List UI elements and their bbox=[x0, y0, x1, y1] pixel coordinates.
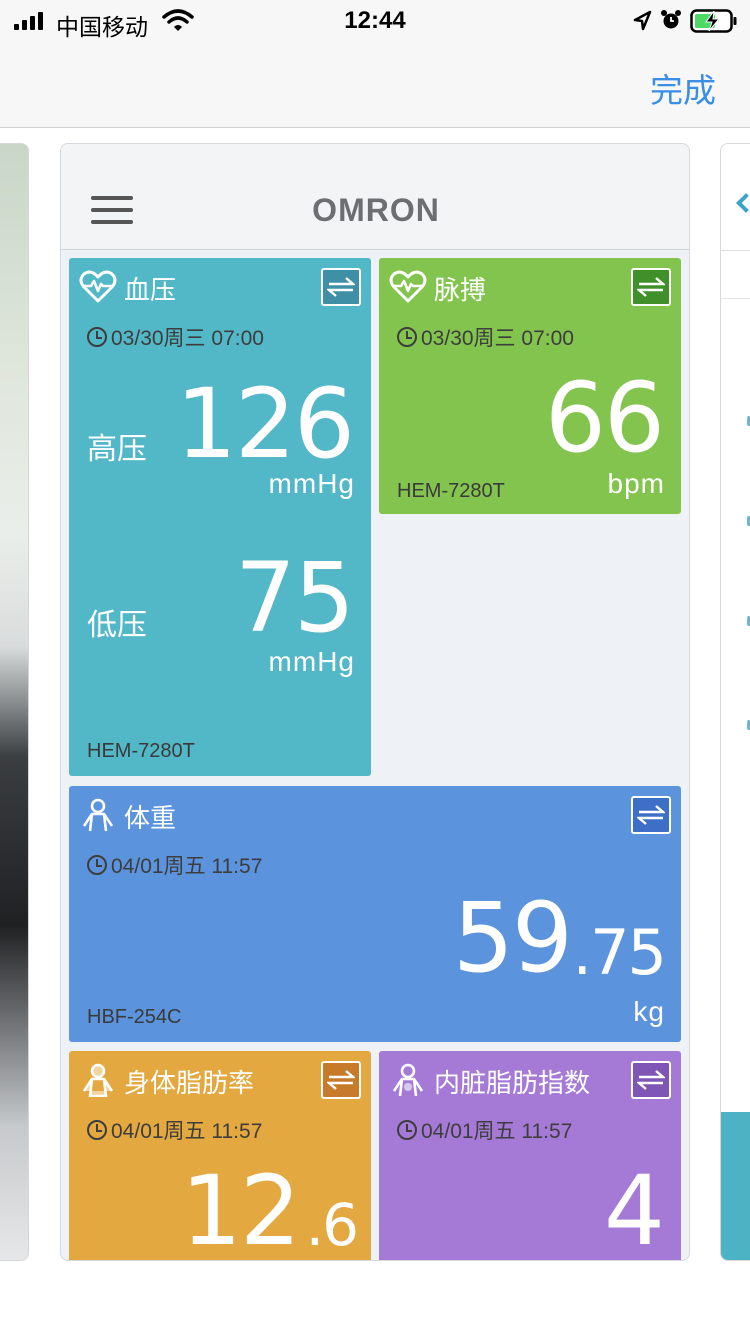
heart-pulse-icon bbox=[389, 270, 427, 303]
tile-title: 脉搏 bbox=[434, 275, 487, 305]
body-fat-value-integer: 12 bbox=[180, 1155, 301, 1261]
measurement-time: 04/01周五 11:57 bbox=[87, 1115, 262, 1145]
next-card-preview[interactable] bbox=[720, 143, 750, 1261]
clock-icon bbox=[397, 327, 417, 347]
pulse-tile[interactable]: 脉搏 03/30周三 07:00 66 HEM-7280T bpm bbox=[379, 258, 681, 514]
tile-title: 身体脂肪率 bbox=[124, 1068, 255, 1098]
pulse-value: 66 bbox=[544, 362, 665, 474]
omron-logo: OMRON bbox=[312, 192, 440, 228]
widget-carousel[interactable]: OMRON 血压 03/30周三 07:00 高压 126 mmHg 低压 75… bbox=[0, 129, 750, 1334]
pulse-unit: bpm bbox=[607, 468, 665, 499]
person-icon bbox=[82, 798, 114, 832]
measurement-time: 03/30周三 07:00 bbox=[87, 322, 264, 352]
device-model: HEM-7280T bbox=[87, 740, 195, 762]
clock-icon bbox=[397, 1120, 417, 1140]
blood-pressure-tile[interactable]: 血压 03/30周三 07:00 高压 126 mmHg 低压 75 mmHg … bbox=[69, 258, 371, 776]
diastolic-unit: mmHg bbox=[268, 646, 355, 677]
body-fat-value-decimal: .6 bbox=[305, 1191, 359, 1259]
diastolic-value: 75 bbox=[234, 542, 355, 654]
location-icon bbox=[633, 10, 652, 31]
navigation-bar: 完成 bbox=[0, 44, 750, 128]
tile-title: 体重 bbox=[124, 803, 177, 833]
heart-pulse-icon bbox=[79, 270, 117, 303]
switch-icon[interactable] bbox=[321, 268, 361, 306]
done-button[interactable]: 完成 bbox=[650, 64, 716, 112]
systolic-value: 126 bbox=[175, 368, 355, 480]
status-bar: 中国移动 12:44 bbox=[0, 0, 750, 44]
person-organ-icon bbox=[392, 1063, 424, 1097]
measurement-time: 04/01周五 11:57 bbox=[397, 1115, 572, 1145]
clock-icon bbox=[87, 1120, 107, 1140]
previous-card-preview[interactable] bbox=[0, 143, 29, 1261]
measurement-time: 03/30周三 07:00 bbox=[397, 322, 574, 352]
switch-icon[interactable] bbox=[321, 1061, 361, 1099]
switch-icon[interactable] bbox=[631, 1061, 671, 1099]
omron-app-card: OMRON 血压 03/30周三 07:00 高压 126 mmHg 低压 75… bbox=[60, 143, 690, 1261]
measurement-time: 04/01周五 11:57 bbox=[87, 850, 262, 880]
switch-icon[interactable] bbox=[631, 268, 671, 306]
device-model: HBF-254C bbox=[87, 1006, 182, 1028]
systolic-unit: mmHg bbox=[268, 468, 355, 499]
tile-title: 内脏脂肪指数 bbox=[434, 1068, 591, 1098]
person-fill-icon bbox=[82, 1063, 114, 1097]
weight-value-integer: 59 bbox=[452, 882, 573, 994]
clock-icon bbox=[87, 855, 107, 875]
alarm-icon bbox=[661, 10, 681, 29]
systolic-label: 高压 bbox=[87, 433, 147, 466]
tile-title: 血压 bbox=[124, 275, 177, 305]
weight-value-decimal: .75 bbox=[572, 916, 667, 989]
clock-icon bbox=[87, 327, 107, 347]
weight-unit: kg bbox=[633, 996, 665, 1027]
battery-charging-icon bbox=[690, 9, 737, 33]
visceral-fat-tile[interactable]: 内脏脂肪指数 04/01周五 11:57 4 bbox=[379, 1051, 681, 1261]
chevron-left-icon bbox=[736, 193, 750, 213]
switch-icon[interactable] bbox=[631, 796, 671, 834]
visceral-fat-value: 4 bbox=[603, 1155, 665, 1261]
app-header: OMRON bbox=[61, 144, 689, 250]
device-model: HEM-7280T bbox=[397, 480, 505, 502]
diastolic-label: 低压 bbox=[87, 609, 147, 642]
body-fat-tile[interactable]: 身体脂肪率 04/01周五 11:57 12 .6 bbox=[69, 1051, 371, 1261]
weight-tile[interactable]: 体重 04/01周五 11:57 59 .75 HBF-254C kg bbox=[69, 786, 681, 1042]
